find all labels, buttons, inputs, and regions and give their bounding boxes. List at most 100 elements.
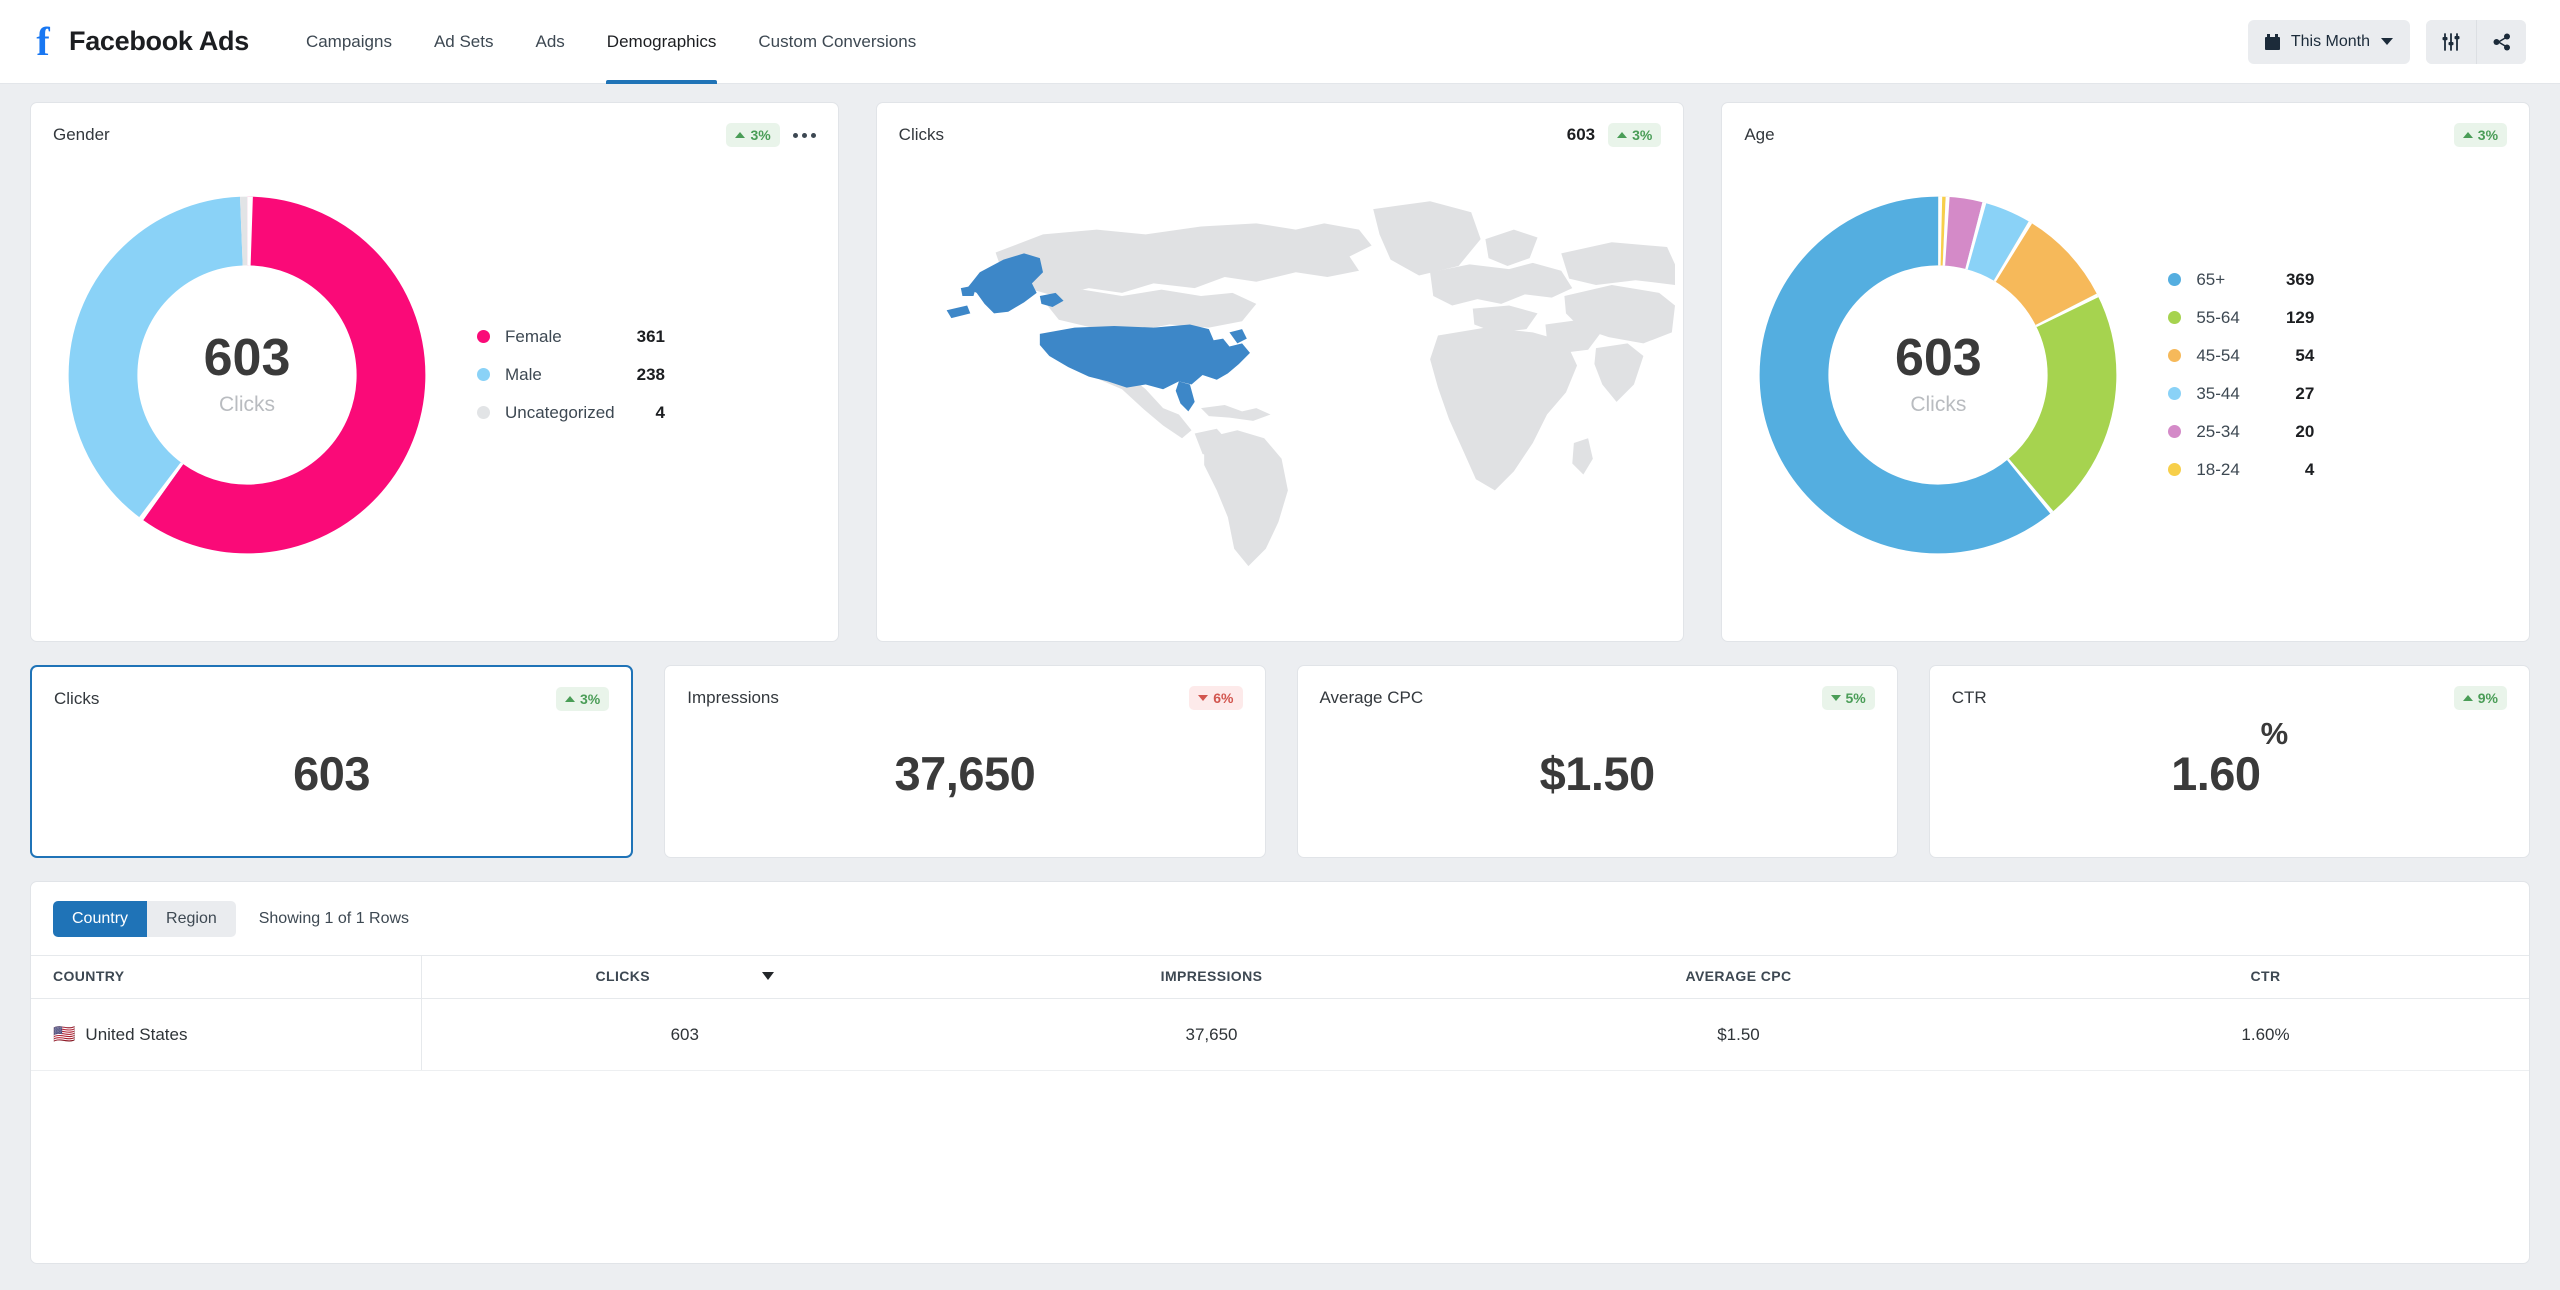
age-card-header: Age 3% <box>1722 103 2529 147</box>
legend-label: Female <box>505 326 562 346</box>
legend-item[interactable]: 25-34 20 <box>2168 413 2314 451</box>
legend-item[interactable]: 35-44 27 <box>2168 375 2314 413</box>
trend-down-icon <box>1830 695 1841 701</box>
kpi-value: 37,650 <box>894 747 1036 800</box>
table-header: COUNTRY CLICKS IMPRESSIONS AVERAGE CPC C… <box>31 955 2529 999</box>
legend-color-dot <box>2168 387 2182 400</box>
trend-up-icon <box>2462 695 2473 701</box>
kpi-title: Average CPC <box>1319 688 1424 707</box>
age-change-value: 3% <box>2477 127 2499 143</box>
legend-item[interactable]: 65+ 369 <box>2168 261 2314 299</box>
map-landmasses <box>995 200 1675 566</box>
legend-label: 25-34 <box>2196 421 2240 441</box>
cell-country: 🇺🇸 United States <box>31 998 421 1071</box>
legend-value: 238 <box>636 364 665 384</box>
nav-item-ad-sets[interactable]: Ad Sets <box>413 0 515 84</box>
kpi-change-value: 5% <box>1845 690 1866 706</box>
gender-card-header: Gender 3% <box>31 103 838 147</box>
age-legend: 65+ 369 55-64 129 45-54 54 35-44 27 25-3… <box>2168 261 2314 489</box>
kpi-value-number: 1.60 <box>2171 747 2261 800</box>
legend-item[interactable]: Male 238 <box>477 356 665 394</box>
map-card-header: Clicks 603 3% <box>877 103 1684 147</box>
kpi-value: $1.50 <box>1539 747 1656 800</box>
column-header-average-cpc[interactable]: AVERAGE CPC <box>1475 955 2002 999</box>
table-row[interactable]: 🇺🇸 United States 603 37,650 $1.50 1.60% <box>31 998 2529 1071</box>
more-options-icon[interactable] <box>792 129 816 142</box>
legend-label: 55-64 <box>2196 307 2240 327</box>
brand: f Facebook Ads <box>30 21 249 61</box>
kpi-change-badge: 6% <box>1189 686 1243 710</box>
legend-item[interactable]: Uncategorized 4 <box>477 394 665 432</box>
age-card: Age 3% 603 Clicks 65+ 369 55-64 129 45-5… <box>1721 102 2531 642</box>
legend-value: 54 <box>2295 345 2315 365</box>
age-gap-6 <box>1759 196 2117 553</box>
top-navigation-bar: f Facebook Ads Campaigns Ad Sets Ads Dem… <box>0 0 2560 84</box>
legend-item[interactable]: Female 361 <box>477 318 665 356</box>
cell-ctr: 1.60% <box>2002 998 2529 1071</box>
brand-name: Facebook Ads <box>69 26 249 56</box>
gender-card: Gender 3% 603 Clicks Female 361 Male 238… <box>30 102 839 642</box>
world-map[interactable] <box>877 147 1684 602</box>
table-toolbar: Country Region Showing 1 of 1 Rows <box>31 882 2529 955</box>
geo-toggle: Country Region <box>53 901 236 937</box>
legend-color-dot <box>477 368 490 381</box>
nav-item-demographics[interactable]: Demographics <box>586 0 738 84</box>
map-card-title: Clicks <box>898 125 945 144</box>
row-count-label: Showing 1 of 1 Rows <box>258 910 410 927</box>
toggle-region[interactable]: Region <box>147 901 236 937</box>
gender-slice-gap-2 <box>68 196 426 553</box>
trend-up-icon <box>735 132 746 138</box>
gender-donut-chart: 603 Clicks <box>57 185 437 565</box>
filter-button[interactable] <box>2426 19 2476 64</box>
sort-descending-icon <box>762 972 774 980</box>
nav-item-ads[interactable]: Ads <box>515 0 586 84</box>
kpi-value: 1.60% <box>1952 710 2507 837</box>
column-header-ctr[interactable]: CTR <box>2002 955 2529 999</box>
trend-down-icon <box>1198 695 1209 701</box>
page-body: Gender 3% 603 Clicks Female 361 Male 238… <box>0 84 2560 1264</box>
column-header-clicks[interactable]: CLICKS <box>420 955 948 999</box>
legend-value: 20 <box>2295 421 2315 441</box>
kpi-change-badge: 5% <box>1821 686 1875 710</box>
map-change-value: 3% <box>1632 127 1653 143</box>
nav-item-campaigns[interactable]: Campaigns <box>285 0 413 84</box>
legend-color-dot <box>477 406 490 419</box>
gender-change-value: 3% <box>750 127 771 143</box>
nav-item-custom-conversions[interactable]: Custom Conversions <box>737 0 937 84</box>
map-total-value: 603 <box>1566 125 1596 144</box>
age-card-title: Age <box>1744 125 1775 144</box>
legend-value: 27 <box>2295 383 2315 403</box>
legend-label: 18-24 <box>2196 459 2240 479</box>
gender-change-badge: 3% <box>726 123 780 147</box>
column-header-country[interactable]: COUNTRY <box>31 955 421 999</box>
date-range-button[interactable]: This Month <box>2247 19 2410 64</box>
trend-up-icon <box>2462 132 2473 138</box>
kpi-card-impressions[interactable]: Impressions 6% 37,650 <box>664 665 1266 858</box>
clicks-map-card: Clicks 603 3% <box>875 102 1685 642</box>
legend-label: 35-44 <box>2196 383 2240 403</box>
kpi-change-value: 6% <box>1213 690 1234 706</box>
legend-color-dot <box>477 330 490 343</box>
nav-icon-group <box>2426 19 2526 64</box>
share-button[interactable] <box>2476 19 2526 64</box>
toggle-country[interactable]: Country <box>53 901 148 937</box>
geo-table: COUNTRY CLICKS IMPRESSIONS AVERAGE CPC C… <box>31 955 2529 1071</box>
legend-value: 4 <box>655 402 665 422</box>
geo-table-card: Country Region Showing 1 of 1 Rows COUNT… <box>30 881 2530 1264</box>
legend-item[interactable]: 55-64 129 <box>2168 299 2314 337</box>
gender-legend: Female 361 Male 238 Uncategorized 4 <box>477 318 665 432</box>
trend-up-icon <box>565 696 576 702</box>
legend-item[interactable]: 45-54 54 <box>2168 337 2314 375</box>
legend-label: 45-54 <box>2196 345 2240 365</box>
kpi-card-clicks[interactable]: Clicks 3% 603 <box>30 665 634 858</box>
kpi-card-ctr[interactable]: CTR 9% 1.60% <box>1928 665 2530 858</box>
nav-right-controls: This Month <box>2247 19 2526 64</box>
legend-color-dot <box>2168 311 2182 324</box>
legend-item[interactable]: 18-24 4 <box>2168 451 2314 489</box>
legend-color-dot <box>2168 425 2182 438</box>
column-header-impressions[interactable]: IMPRESSIONS <box>948 955 1475 999</box>
kpi-title: Impressions <box>687 688 779 707</box>
map-change-badge: 3% <box>1608 123 1662 147</box>
kpi-card-average-cpc[interactable]: Average CPC 5% $1.50 <box>1296 665 1898 858</box>
trend-up-icon <box>1617 132 1628 138</box>
